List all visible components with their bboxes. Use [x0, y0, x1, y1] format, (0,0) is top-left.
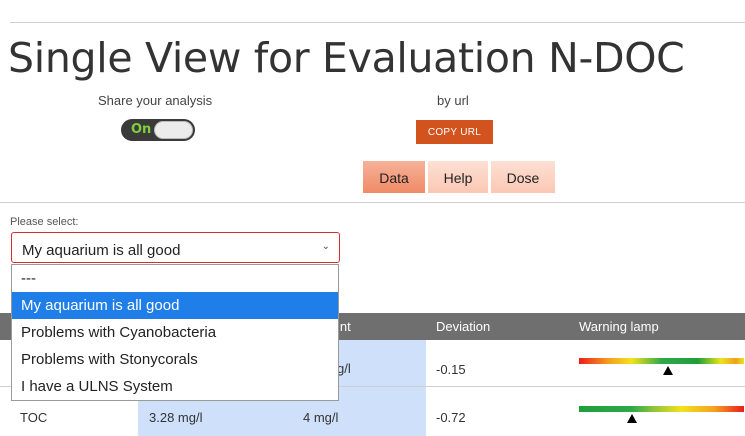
header-warning-lamp: Warning lamp	[579, 319, 659, 334]
tab-help[interactable]: Help	[428, 161, 488, 193]
by-url-label: by url	[437, 93, 469, 108]
row2-lamp-marker-icon	[627, 414, 637, 423]
share-toggle[interactable]: On	[121, 119, 195, 141]
copy-url-button[interactable]: COPY URL	[416, 120, 493, 144]
page-title: Single View for Evaluation N-DOC	[8, 34, 685, 82]
row2-deviation: -0.72	[436, 410, 466, 425]
toggle-on-text: On	[131, 122, 152, 137]
top-divider	[10, 22, 745, 23]
chevron-down-icon: ⌄	[321, 241, 330, 252]
row1-setpoint: g/l	[337, 361, 351, 376]
row2-warning-lamp	[579, 406, 744, 412]
row2-value: 3.28 mg/l	[149, 410, 203, 425]
row1-deviation: -0.15	[436, 362, 466, 377]
tab-dose[interactable]: Dose	[491, 161, 555, 193]
header-deviation: Deviation	[436, 319, 491, 334]
option-cyanobacteria[interactable]: Problems with Cyanobacteria	[12, 319, 338, 346]
header-setpoint: int	[337, 319, 351, 334]
scenario-select[interactable]: My aquarium is all good ⌄	[11, 232, 340, 263]
section-divider	[0, 202, 745, 203]
share-analysis-label: Share your analysis	[98, 93, 213, 108]
select-options-list: --- My aquarium is all good Problems wit…	[11, 264, 339, 401]
row2-setpoint: 4 mg/l	[303, 410, 339, 425]
option-all-good[interactable]: My aquarium is all good	[12, 292, 338, 319]
select-prompt: Please select:	[10, 216, 79, 228]
row2-name: TOC	[20, 410, 48, 425]
row1-lamp-marker-icon	[663, 366, 673, 375]
row1-warning-lamp	[579, 358, 744, 364]
option-ulns-system[interactable]: I have a ULNS System	[12, 373, 338, 400]
tab-data[interactable]: Data	[363, 161, 425, 193]
option-stonycorals[interactable]: Problems with Stonycorals	[12, 346, 338, 373]
option-none[interactable]: ---	[12, 265, 338, 292]
toggle-knob	[154, 121, 193, 139]
select-current-value: My aquarium is all good	[22, 242, 181, 259]
